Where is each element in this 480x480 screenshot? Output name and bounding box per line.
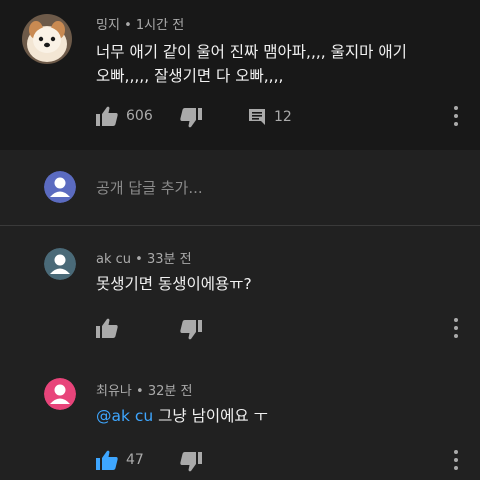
dislike-button[interactable] — [180, 108, 202, 128]
reply-divider — [0, 225, 480, 226]
like-button[interactable] — [96, 318, 118, 338]
reply-time: 33분 전 — [146, 252, 192, 267]
reply-meta: 최유나 • 32분 전 — [96, 384, 193, 399]
comment-line-2: 오빠,,,,, 잘생기면 다 오빠,,,, — [96, 67, 284, 85]
like-button[interactable]: 47 — [96, 450, 144, 470]
reply-text-content: 그냥 남이에요 ㅜ — [153, 407, 268, 425]
reply-meta: ak cu • 33분 전 — [96, 252, 192, 267]
comment-meta: 밍지 • 1시간 전 — [96, 18, 185, 33]
comment-author[interactable]: 밍지 — [96, 18, 120, 33]
avatar-mingji[interactable] — [22, 14, 72, 64]
reply-author[interactable]: 최유나 — [96, 384, 132, 399]
thumb-down-icon — [180, 108, 202, 128]
dislike-button[interactable] — [180, 452, 202, 472]
comment-text: 너무 애기 같이 울어 진짜 맴아파,,,, 울지마 애기 오빠,,,,, 잘생… — [96, 40, 407, 88]
my-avatar — [44, 171, 76, 203]
reply-text: 못생기면 동생이에용ㅠ? — [96, 275, 252, 293]
like-count: 47 — [126, 452, 144, 468]
reply-time: 32분 전 — [147, 384, 193, 399]
thumb-up-icon — [96, 450, 118, 470]
replies-button[interactable]: 12 — [248, 108, 292, 126]
reply-text: @ak cu 그냥 남이에요 ㅜ — [96, 404, 268, 428]
reply-input[interactable]: 공개 답글 추가... — [96, 177, 203, 198]
avatar-akcu[interactable] — [44, 248, 76, 280]
thumb-up-icon — [96, 318, 118, 338]
reply-menu-icon[interactable] — [453, 450, 459, 470]
thumb-down-icon — [180, 452, 202, 472]
user-icon — [44, 171, 76, 203]
user-icon — [44, 248, 76, 280]
dislike-button[interactable] — [180, 320, 202, 340]
avatar-choiyuna[interactable] — [44, 378, 76, 410]
user-icon — [44, 378, 76, 410]
replies-count: 12 — [274, 109, 292, 125]
thumb-down-icon — [180, 320, 202, 340]
mention-link[interactable]: @ak cu — [96, 407, 153, 425]
like-count: 606 — [126, 108, 153, 124]
like-button[interactable]: 606 — [96, 106, 153, 126]
comment-time: 1시간 전 — [135, 18, 185, 33]
comment-icon — [249, 109, 265, 125]
reply-author[interactable]: ak cu — [96, 252, 131, 267]
reply-menu-icon[interactable] — [453, 318, 459, 338]
comment-line-1: 너무 애기 같이 울어 진짜 맴아파,,,, 울지마 애기 — [96, 43, 407, 61]
comment-menu-icon[interactable] — [453, 106, 459, 126]
thumb-up-icon — [96, 106, 118, 126]
